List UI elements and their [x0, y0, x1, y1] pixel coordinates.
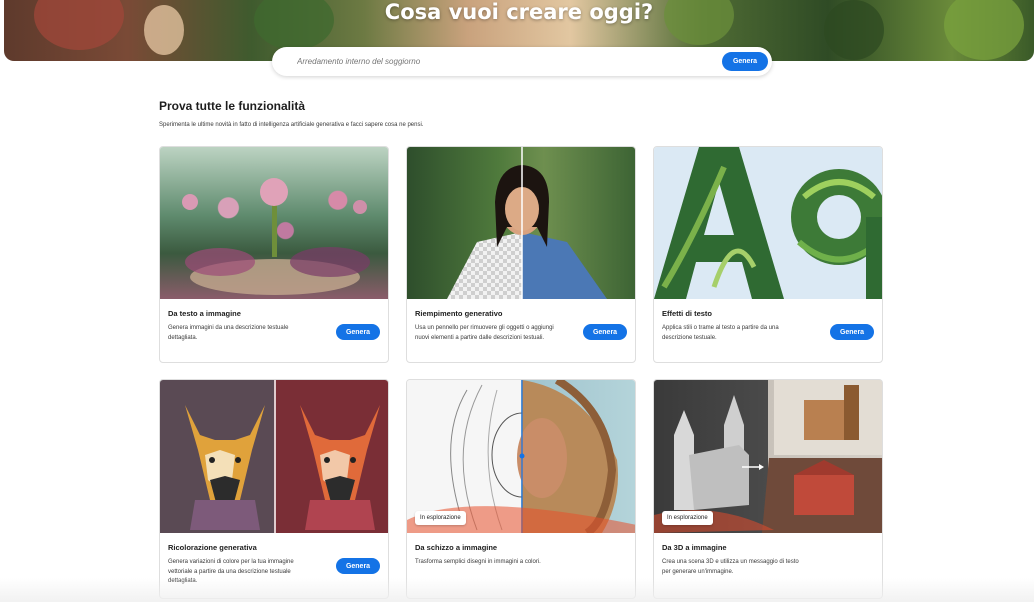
genera-button[interactable]: Genera [336, 558, 380, 574]
card-title: Da schizzo a immagine [415, 543, 498, 552]
card-description: Usa un pennello per rimuovere gli oggett… [415, 325, 554, 341]
castle-3d-image: In esplorazione [654, 380, 882, 533]
generate-button[interactable]: Genera [722, 52, 768, 71]
leaf-letters-image [654, 147, 882, 299]
sketch-face-image: In esplorazione [407, 380, 635, 533]
genera-button[interactable]: Genera [830, 324, 874, 340]
leaf-letters-illustration [654, 147, 882, 299]
prompt-search-bar: Genera [272, 47, 772, 76]
card-title: Riempimento generativo [415, 309, 503, 318]
bottom-fade [0, 578, 1034, 602]
exploration-badge: In esplorazione [662, 511, 713, 525]
card-description: Applica stili o trame al testo a partire… [662, 325, 779, 341]
card-title: Ricolorazione generativa [168, 543, 257, 552]
genera-button[interactable]: Genera [336, 324, 380, 340]
feature-card-sketch-to-image[interactable]: In esplorazione Da schizzo a immagine Tr… [406, 379, 636, 599]
genera-button[interactable]: Genera [583, 324, 627, 340]
section-title: Prova tutte le funzionalità [159, 99, 306, 113]
card-description: Crea una scena 3D e utilizza un messaggi… [662, 559, 799, 575]
card-description: Trasforma semplici disegni in immagini a… [415, 559, 541, 565]
section-subtitle: Sperimenta le ultime novità in fatto di … [159, 122, 424, 128]
garden-illustration [182, 178, 370, 295]
feature-card-text-effects[interactable]: Effetti di testo Applica stili o trame a… [653, 146, 883, 363]
feature-card-generative-recolor[interactable]: Ricolorazione generativa Genera variazio… [159, 379, 389, 599]
feature-card-generative-fill[interactable]: Riempimento generativo Usa un pennello p… [406, 146, 636, 363]
card-description: Genera immagini da una descrizione testu… [168, 325, 289, 341]
card-title: Effetti di testo [662, 309, 712, 318]
feature-card-3d-to-image[interactable]: In esplorazione Da 3D a immagine Crea un… [653, 379, 883, 599]
woman-portrait-image [407, 147, 635, 299]
portrait-illustration [447, 147, 607, 299]
fantasy-garden-image [160, 147, 388, 299]
card-title: Da 3D a immagine [662, 543, 727, 552]
card-title: Da testo a immagine [168, 309, 241, 318]
dog-illustration [185, 380, 380, 533]
exploration-badge: In esplorazione [415, 511, 466, 525]
prompt-input[interactable] [272, 47, 722, 76]
dog-vector-image [160, 380, 388, 533]
hero-title: Cosa vuoi creare oggi? [384, 0, 654, 24]
feature-card-text-to-image[interactable]: Da testo a immagine Genera immagini da u… [159, 146, 389, 363]
